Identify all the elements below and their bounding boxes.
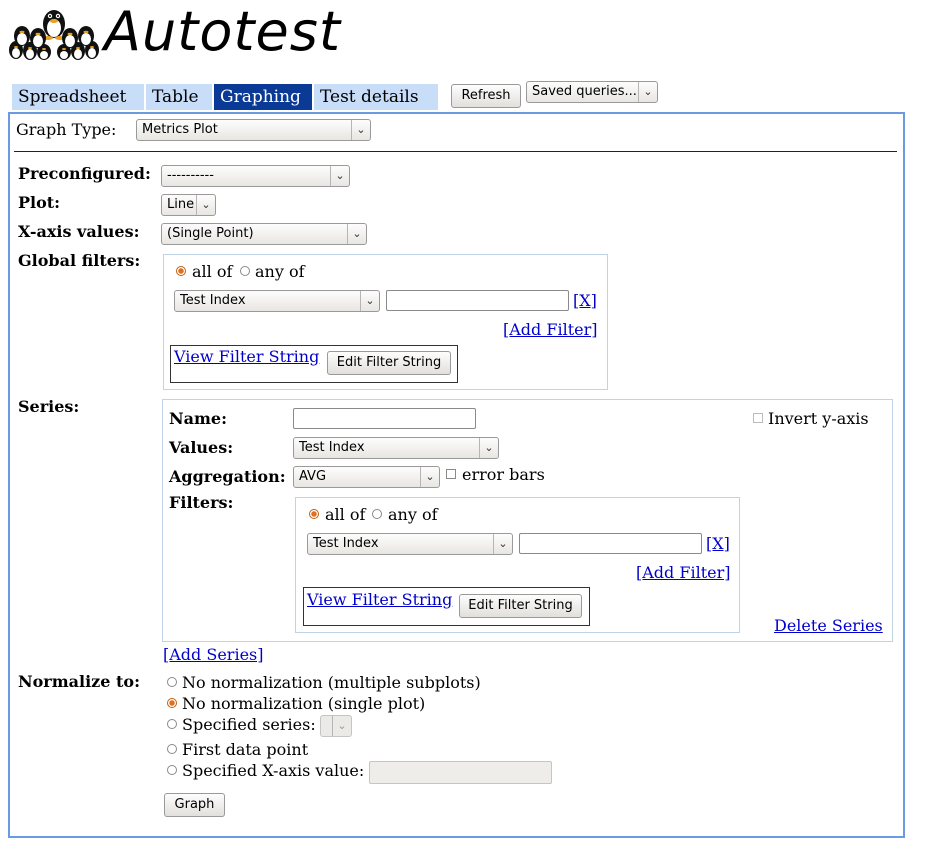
global-any-of-radio[interactable] xyxy=(240,266,250,276)
global-add-filter-link[interactable]: [Add Filter] xyxy=(503,320,598,339)
series-values-value: Test Index xyxy=(299,440,365,455)
series-values-select[interactable]: Test Index ⌄ xyxy=(293,437,499,459)
normalize-option-label: Specified X-axis value: xyxy=(182,761,365,780)
chevron-down-icon: ⌄ xyxy=(330,166,349,186)
series-name-input[interactable] xyxy=(293,408,476,429)
plot-value: Line xyxy=(167,197,195,212)
series-add-filter-link[interactable]: [Add Filter] xyxy=(636,563,731,582)
global-any-of-label: any of xyxy=(255,262,305,281)
preconfigured-label: Preconfigured: xyxy=(18,164,151,183)
aggregation-value: AVG xyxy=(299,469,327,484)
normalize-label: Normalize to: xyxy=(18,672,140,691)
add-series-link[interactable]: [Add Series] xyxy=(163,645,263,664)
tab-bar: Spreadsheet Table Graphing Test details xyxy=(12,84,438,112)
global-filter-value-input[interactable] xyxy=(386,290,569,311)
chevron-down-icon: ⌄ xyxy=(196,195,215,215)
tab-test-details[interactable]: Test details xyxy=(314,84,438,110)
specified-x-value-input[interactable] xyxy=(369,761,552,784)
plot-select[interactable]: Line ⌄ xyxy=(161,194,216,216)
aggregation-select[interactable]: AVG ⌄ xyxy=(293,466,440,488)
global-filter-remove-link[interactable]: [X] xyxy=(573,291,597,310)
specified-series-select[interactable]: ⌄ xyxy=(320,715,352,737)
graph-type-select[interactable]: Metrics Plot ⌄ xyxy=(136,119,371,141)
penguin-logo-icon xyxy=(9,10,99,60)
series-filter-value-input[interactable] xyxy=(519,533,702,554)
invert-y-axis-checkbox[interactable] xyxy=(753,413,763,423)
global-edit-filter-string-button[interactable]: Edit Filter String xyxy=(327,351,451,375)
normalize-option-label: Specified series: xyxy=(182,715,316,734)
saved-queries-select[interactable]: Saved queries... ⌄ xyxy=(526,81,658,103)
tab-graphing[interactable]: Graphing xyxy=(214,84,312,110)
tab-spreadsheet[interactable]: Spreadsheet xyxy=(12,84,144,110)
global-view-filter-string-link[interactable]: View Filter String xyxy=(174,347,319,366)
normalize-option-radio[interactable] xyxy=(167,719,177,729)
graph-type-label: Graph Type: xyxy=(16,120,117,139)
graph-type-value: Metrics Plot xyxy=(142,122,218,137)
series-all-of-label: all of xyxy=(325,505,366,524)
series-view-filter-string-link[interactable]: View Filter String xyxy=(307,590,452,609)
x-axis-value: (Single Point) xyxy=(167,226,254,241)
app-title: Autotest xyxy=(104,0,342,63)
series-filter-remove-link[interactable]: [X] xyxy=(706,534,730,553)
series-all-of-radio[interactable] xyxy=(309,509,319,519)
series-values-label: Values: xyxy=(169,438,234,457)
series-filter-field-select[interactable]: Test Index ⌄ xyxy=(307,533,513,555)
series-filter-field-value: Test Index xyxy=(313,536,379,551)
normalize-option-label: First data point xyxy=(182,740,309,759)
chevron-down-icon: ⌄ xyxy=(332,716,351,736)
series-label: Series: xyxy=(18,397,80,416)
chevron-down-icon: ⌄ xyxy=(479,438,498,458)
delete-series-link[interactable]: Delete Series xyxy=(774,616,883,635)
global-all-of-radio[interactable] xyxy=(176,266,186,276)
series-name-label: Name: xyxy=(169,409,228,428)
plot-label: Plot: xyxy=(18,193,61,212)
x-axis-select[interactable]: (Single Point) ⌄ xyxy=(161,223,367,245)
preconfigured-select[interactable]: ---------- ⌄ xyxy=(161,165,350,187)
normalize-option-radio[interactable] xyxy=(167,765,177,775)
chevron-down-icon: ⌄ xyxy=(638,82,657,102)
global-filter-field-value: Test Index xyxy=(180,293,246,308)
x-axis-label: X-axis values: xyxy=(18,222,140,241)
logo xyxy=(8,2,100,60)
series-filters-label: Filters: xyxy=(169,493,234,512)
normalize-option-label: No normalization (single plot) xyxy=(182,694,426,713)
refresh-button[interactable]: Refresh xyxy=(451,84,521,108)
global-filter-field-select[interactable]: Test Index ⌄ xyxy=(174,290,380,312)
chevron-down-icon: ⌄ xyxy=(351,120,370,140)
chevron-down-icon: ⌄ xyxy=(420,467,439,487)
error-bars-checkbox[interactable] xyxy=(446,469,456,479)
normalize-option-radio[interactable] xyxy=(167,677,177,687)
error-bars-label: error bars xyxy=(462,465,545,484)
saved-queries-label: Saved queries... xyxy=(532,84,637,99)
series-any-of-label: any of xyxy=(388,505,438,524)
chevron-down-icon: ⌄ xyxy=(347,224,366,244)
invert-y-axis-label: Invert y-axis xyxy=(768,409,869,428)
normalize-option-radio[interactable] xyxy=(167,744,177,754)
normalize-option-label: No normalization (multiple subplots) xyxy=(182,673,481,692)
normalize-option-radio[interactable] xyxy=(167,698,177,708)
preconfigured-value: ---------- xyxy=(167,168,214,183)
divider xyxy=(14,151,897,152)
graph-button[interactable]: Graph xyxy=(164,793,225,817)
global-all-of-label: all of xyxy=(192,262,233,281)
series-edit-filter-string-button[interactable]: Edit Filter String xyxy=(459,594,582,618)
aggregation-label: Aggregation: xyxy=(169,467,286,486)
global-filters-label: Global filters: xyxy=(18,251,141,270)
chevron-down-icon: ⌄ xyxy=(493,534,512,554)
chevron-down-icon: ⌄ xyxy=(360,291,379,311)
tab-table[interactable]: Table xyxy=(146,84,212,110)
series-any-of-radio[interactable] xyxy=(372,509,382,519)
